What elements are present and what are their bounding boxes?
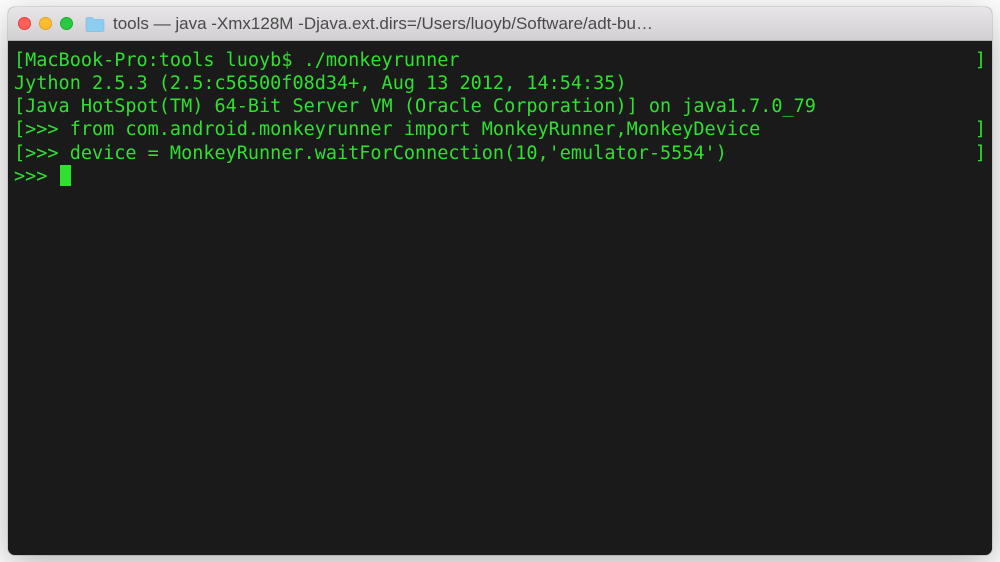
terminal-text: [Java HotSpot(TM) 64-Bit Server VM (Orac… [14,95,816,118]
terminal-body[interactable]: [MacBook-Pro:tools luoyb$ ./monkeyrunner… [8,41,992,555]
close-button[interactable] [18,17,31,30]
bracket-right: ] [975,49,986,72]
traffic-lights [18,17,73,30]
bracket-left: [ [14,49,25,72]
bracket-left: [ [14,142,25,165]
terminal-line: Jython 2.5.3 (2.5:c56500f08d34+, Aug 13 … [14,72,986,95]
terminal-line: [MacBook-Pro:tools luoyb$ ./monkeyrunner… [14,49,986,72]
terminal-line: [Java HotSpot(TM) 64-Bit Server VM (Orac… [14,95,986,118]
folder-icon [85,16,105,32]
maximize-button[interactable] [60,17,73,30]
terminal-text: Jython 2.5.3 (2.5:c56500f08d34+, Aug 13 … [14,72,627,95]
titlebar[interactable]: tools — java -Xmx128M -Djava.ext.dirs=/U… [8,7,992,41]
bracket-right: ] [975,142,986,165]
terminal-text: >>> from com.android.monkeyrunner import… [25,118,760,141]
bracket-left: [ [14,118,25,141]
prompt: >>> [14,165,59,188]
terminal-prompt-line[interactable]: >>> [14,165,986,188]
terminal-line: [>>> device = MonkeyRunner.waitForConnec… [14,142,986,165]
terminal-text: >>> device = MonkeyRunner.waitForConnect… [25,142,727,165]
bracket-right: ] [975,118,986,141]
minimize-button[interactable] [39,17,52,30]
cursor [60,165,71,186]
terminal-line: [>>> from com.android.monkeyrunner impor… [14,118,986,141]
window-title: tools — java -Xmx128M -Djava.ext.dirs=/U… [113,14,982,34]
terminal-text: MacBook-Pro:tools luoyb$ ./monkeyrunner [25,49,459,72]
terminal-window: tools — java -Xmx128M -Djava.ext.dirs=/U… [8,7,992,555]
